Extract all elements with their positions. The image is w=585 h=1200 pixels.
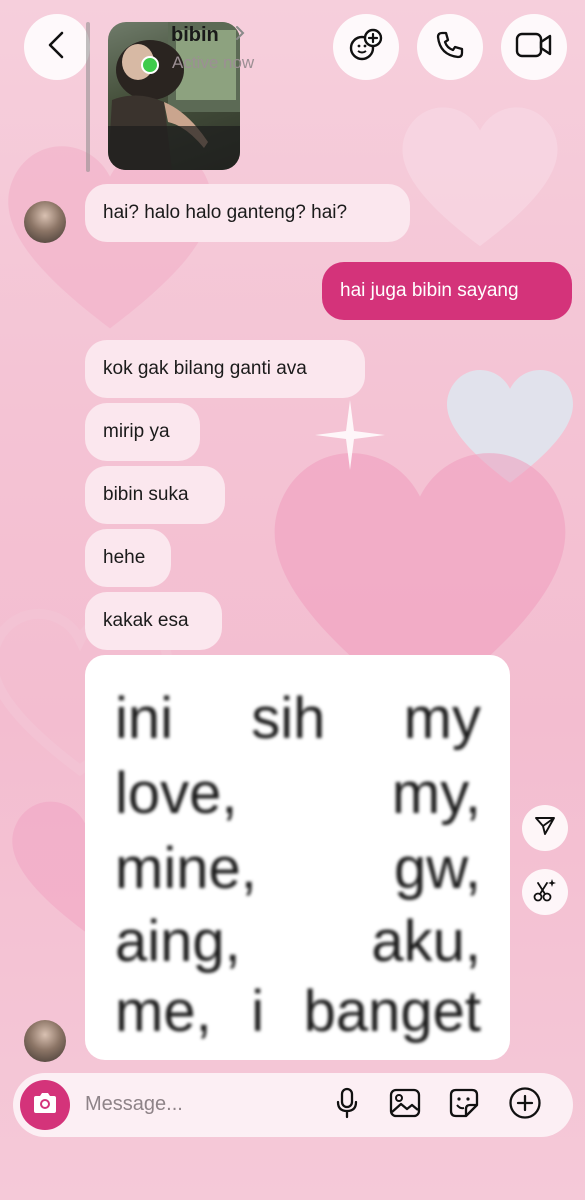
voice-call-button[interactable] <box>417 14 483 80</box>
sender-avatar[interactable] <box>24 1020 66 1062</box>
message-bubble-received[interactable]: hehe <box>85 529 171 587</box>
microphone-icon <box>335 1087 359 1124</box>
effects-icon <box>348 27 384 68</box>
background-heart-decoration <box>390 95 570 255</box>
message-input[interactable]: Message... <box>85 1093 183 1116</box>
image-text-line: love, my, <box>115 761 481 826</box>
add-button[interactable] <box>508 1086 542 1125</box>
video-icon <box>515 30 553 65</box>
back-button[interactable] <box>24 14 90 80</box>
gallery-button[interactable] <box>388 1088 422 1122</box>
active-status: Active now <box>172 53 255 72</box>
chevron-right-icon[interactable] <box>234 24 246 47</box>
camera-button[interactable] <box>20 1080 70 1130</box>
camera-icon <box>31 1091 59 1120</box>
message-bubble-received[interactable]: kakak esa <box>85 592 222 650</box>
share-button[interactable] <box>522 805 568 851</box>
image-text-line: aing, aku, <box>115 909 481 974</box>
sticker-button[interactable] <box>447 1088 481 1122</box>
message-bubble-received[interactable]: kok gak bilang ganti ava <box>85 340 365 398</box>
online-status-dot <box>141 56 159 74</box>
message-bubble-sent[interactable]: hai juga bibin sayang <box>322 262 572 320</box>
microphone-button[interactable] <box>330 1087 364 1124</box>
image-text-line: mine, gw, <box>115 836 481 901</box>
image-message[interactable]: ini sih my love, my, mine, gw, aing, aku… <box>85 655 510 1060</box>
chevron-left-icon <box>44 30 70 65</box>
image-text-line: ini sih my <box>115 686 481 751</box>
sender-avatar[interactable] <box>24 201 66 243</box>
message-bubble-received[interactable]: bibin suka <box>85 466 225 524</box>
effects-button[interactable] <box>333 14 399 80</box>
gallery-icon <box>389 1088 421 1123</box>
contact-name[interactable]: bibin <box>171 24 219 47</box>
message-bubble-received[interactable]: mirip ya <box>85 403 200 461</box>
background-heart-decoration <box>430 360 585 490</box>
ai-edit-icon <box>532 877 558 908</box>
sticker-icon <box>448 1087 480 1124</box>
video-call-button[interactable] <box>501 14 567 80</box>
thread-line <box>86 22 90 172</box>
message-bubble-received[interactable]: hai? halo halo ganteng? hai? <box>85 184 410 242</box>
plus-icon <box>508 1086 542 1125</box>
image-text-line: me, i banget <box>115 979 481 1044</box>
ai-edit-button[interactable] <box>522 869 568 915</box>
sparkle-decoration <box>315 400 385 470</box>
phone-icon <box>434 29 466 66</box>
share-icon <box>533 814 557 843</box>
